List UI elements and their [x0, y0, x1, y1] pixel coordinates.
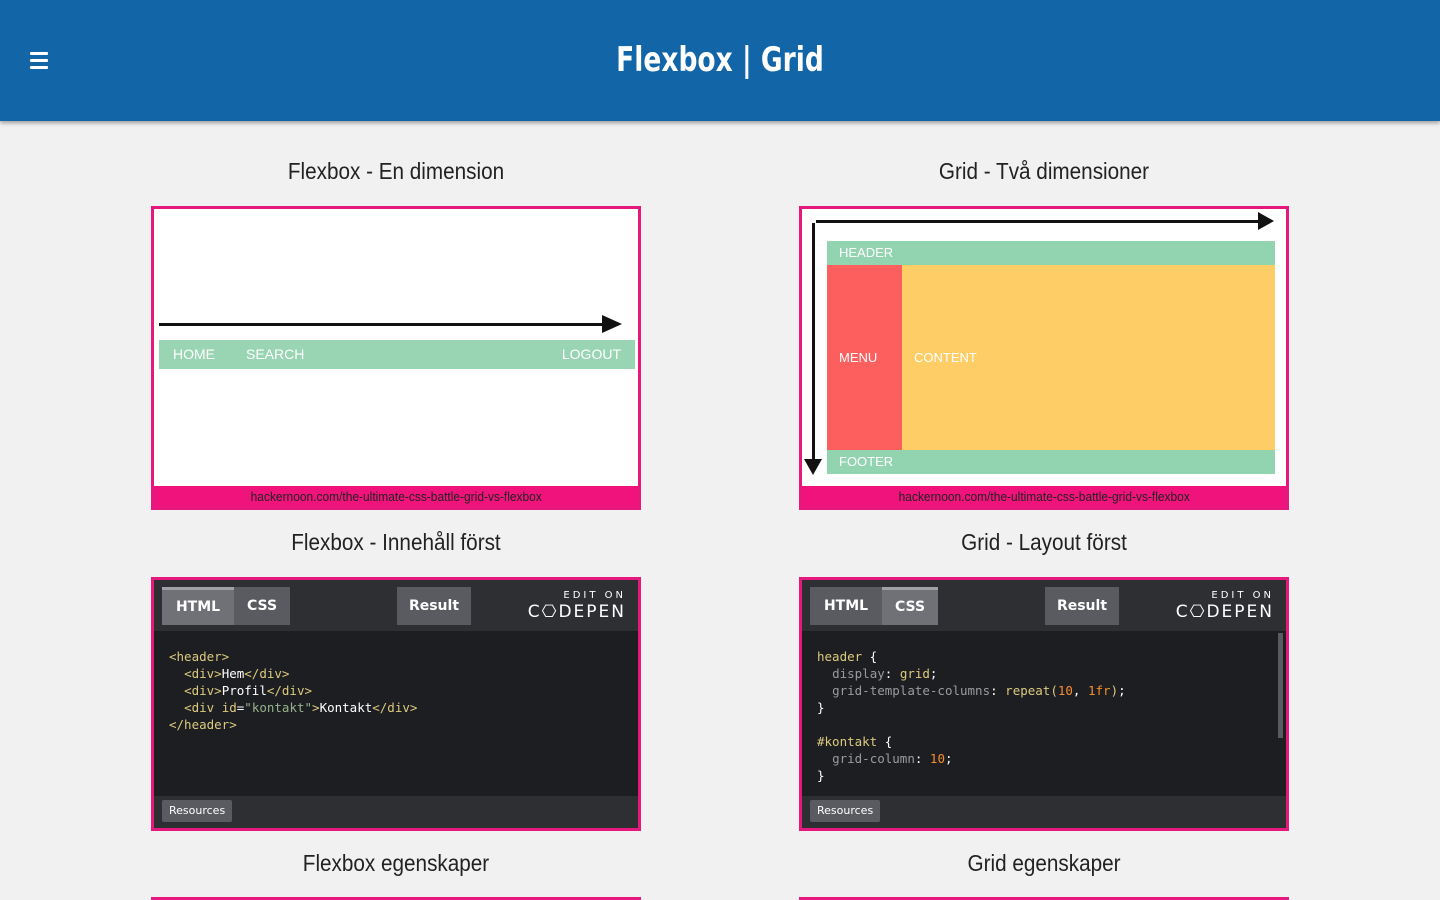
grid-illustration-card: HEADER MENU CONTENT FOOTER hackernoon.co…: [799, 206, 1289, 510]
section-title-grid-layout: Grid - Layout först: [961, 529, 1127, 555]
resources-button[interactable]: Resources: [810, 800, 881, 822]
code-html: <header> <div>Hem</div> <div>Profil</div…: [169, 649, 418, 732]
section-title-flexbox-properties: Flexbox egenskaper: [302, 850, 490, 876]
top-bar: Flexbox | Grid: [0, 0, 1440, 121]
tab-result[interactable]: Result: [397, 587, 471, 625]
codepen-toolbar: HTML CSS Result EDIT ON C⎔DEPEN: [154, 580, 638, 631]
resources-button[interactable]: Resources: [162, 800, 233, 822]
section-title-grid-dimension: Grid - Två dimensioner: [938, 158, 1150, 184]
codepen-footer: Resources: [802, 796, 1286, 828]
codepen-logo[interactable]: C⎔DEPEN: [528, 602, 626, 622]
vertical-arrow: [812, 223, 815, 463]
hamburger-icon[interactable]: [30, 52, 56, 74]
tab-html[interactable]: HTML: [810, 587, 882, 625]
arrow-head-icon: [1258, 212, 1274, 230]
flex-nav-bar: HOME SEARCH LOGOUT: [159, 340, 635, 369]
codepen-logo[interactable]: C⎔DEPEN: [1176, 602, 1274, 622]
grid-content-area: CONTENT: [902, 265, 1275, 450]
section-title-grid-properties: Grid egenskaper: [967, 850, 1121, 876]
codepen-footer: Resources: [154, 796, 638, 828]
codepen-embed-css: HTML CSS Result EDIT ON C⎔DEPEN header {…: [799, 577, 1289, 831]
code-css: header { display: grid; grid-template-co…: [817, 649, 1126, 783]
codepen-embed-html: HTML CSS Result EDIT ON C⎔DEPEN <header>…: [151, 577, 641, 831]
grid-footer-area: FOOTER: [827, 450, 1275, 474]
image-caption: hackernoon.com/the-ultimate-css-battle-g…: [802, 486, 1286, 507]
grid-header-area: HEADER: [827, 241, 1275, 265]
edit-on-label[interactable]: EDIT ON: [1211, 590, 1274, 601]
page-title: Flexbox | Grid: [616, 40, 824, 80]
codepen-toolbar: HTML CSS Result EDIT ON C⎔DEPEN: [802, 580, 1286, 631]
tab-html[interactable]: HTML: [162, 587, 234, 625]
horizontal-arrow: [816, 220, 1264, 223]
section-title-flexbox-dimension: Flexbox - En dimension: [287, 158, 505, 184]
arrow-head-icon: [602, 315, 622, 333]
tab-css[interactable]: CSS: [882, 587, 938, 625]
arrow-head-icon: [804, 459, 822, 475]
flexbox-illustration-card: HOME SEARCH LOGOUT hackernoon.com/the-ul…: [151, 206, 641, 510]
scrollbar[interactable]: [1278, 633, 1283, 738]
horizontal-arrow: [159, 323, 614, 326]
image-caption: hackernoon.com/the-ultimate-css-battle-g…: [154, 486, 638, 507]
nav-item-logout: LOGOUT: [561, 346, 621, 362]
grid-menu-area: MENU: [827, 265, 902, 450]
section-title-flexbox-content: Flexbox - Innehåll först: [291, 529, 501, 555]
tab-result[interactable]: Result: [1045, 587, 1119, 625]
nav-item-home: HOME: [173, 346, 215, 362]
edit-on-label[interactable]: EDIT ON: [563, 590, 626, 601]
tab-css[interactable]: CSS: [234, 587, 290, 625]
nav-item-search: SEARCH: [246, 346, 305, 362]
